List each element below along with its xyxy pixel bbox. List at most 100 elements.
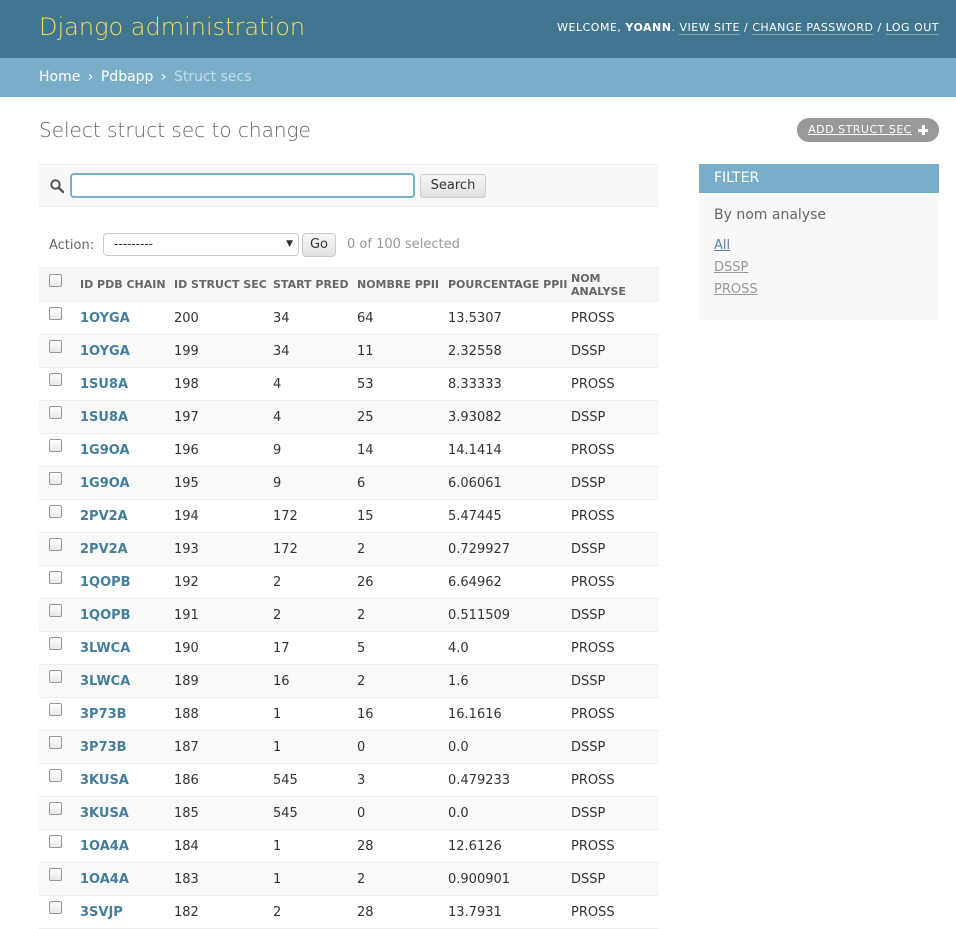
row-select-cell	[39, 829, 80, 863]
row-checkbox[interactable]	[49, 372, 62, 386]
row-link[interactable]: 3LWCA	[80, 641, 130, 656]
row-link[interactable]: 3SVJP	[80, 905, 123, 920]
dropdown-arrow-icon: ▼	[286, 239, 293, 249]
column-header[interactable]: ID PDB CHAIN	[80, 267, 174, 302]
filter-option-all[interactable]: All	[714, 238, 730, 253]
row-link[interactable]: 1OYGA	[80, 311, 130, 326]
search-button[interactable]: Search	[420, 174, 486, 198]
row-checkbox[interactable]	[49, 537, 62, 551]
row-select-cell	[39, 796, 80, 830]
table-row: 3LWCA 190 17 5 4.0 PROSS	[39, 631, 659, 665]
row-select-cell	[39, 532, 80, 566]
table-header-row: ID PDB CHAIN ID STRUCT SEC START PRED NO…	[39, 267, 659, 302]
table-cell: 1QOPB	[80, 598, 174, 632]
table-cell: 4	[273, 400, 357, 434]
filter-option-dssp[interactable]: DSSP	[714, 260, 748, 275]
separator: /	[743, 21, 749, 34]
table-cell: 0	[357, 730, 448, 764]
table-cell: 188	[174, 697, 273, 731]
row-checkbox[interactable]	[49, 471, 62, 485]
row-link[interactable]: 1OA4A	[80, 872, 129, 887]
table-cell: 12.6126	[448, 829, 571, 863]
row-link[interactable]: 1OA4A	[80, 839, 129, 854]
row-link[interactable]: 1G9OA	[80, 476, 130, 491]
breadcrumb-app[interactable]: Pdbapp	[101, 69, 154, 85]
row-link[interactable]: 1G9OA	[80, 443, 130, 458]
table-cell: 3SVJP	[80, 895, 174, 929]
table-cell: 2PV2A	[80, 499, 174, 533]
filter-option-pross[interactable]: PROSS	[714, 282, 758, 297]
row-checkbox[interactable]	[49, 702, 62, 716]
row-select-cell	[39, 631, 80, 665]
row-link[interactable]: 1OYGA	[80, 344, 130, 359]
search-input[interactable]	[70, 173, 415, 198]
row-select-cell	[39, 301, 80, 335]
row-link[interactable]: 2PV2A	[80, 542, 128, 557]
row-select-cell	[39, 367, 80, 401]
table-cell: 3P73B	[80, 730, 174, 764]
row-checkbox[interactable]	[49, 768, 62, 782]
row-link[interactable]: 3KUSA	[80, 806, 129, 821]
row-checkbox[interactable]	[49, 438, 62, 452]
table-row: 3LWCA 189 16 2 1.6 DSSP	[39, 664, 659, 698]
row-checkbox[interactable]	[49, 735, 62, 749]
row-checkbox[interactable]	[49, 603, 62, 617]
table-cell: PROSS	[571, 499, 659, 533]
user-tools: WELCOME, YOANN. VIEW SITE / CHANGE PASSW…	[557, 21, 939, 35]
table-cell: 1	[273, 829, 357, 863]
table-cell: 34	[273, 301, 357, 335]
row-link[interactable]: 1QOPB	[80, 575, 131, 590]
row-checkbox[interactable]	[49, 570, 62, 584]
row-link[interactable]: 3P73B	[80, 740, 127, 755]
row-link[interactable]: 1SU8A	[80, 410, 128, 425]
column-header[interactable]: NOMBRE PPII	[357, 267, 448, 302]
table-cell: 2	[273, 598, 357, 632]
table-cell: 3KUSA	[80, 763, 174, 797]
row-checkbox[interactable]	[49, 504, 62, 518]
row-checkbox[interactable]	[49, 339, 62, 353]
action-select[interactable]: --------- ▼	[103, 233, 299, 256]
row-checkbox[interactable]	[49, 669, 62, 683]
table-row: 3P73B 188 1 16 16.1616 PROSS	[39, 697, 659, 731]
site-title[interactable]: Django administration	[39, 13, 305, 41]
column-header[interactable]: ID STRUCT SEC	[174, 267, 273, 302]
table-cell: 191	[174, 598, 273, 632]
table-cell: 16	[357, 697, 448, 731]
row-checkbox[interactable]	[49, 306, 62, 320]
table-row: 1G9OA 195 9 6 6.06061 DSSP	[39, 466, 659, 500]
row-link[interactable]: 1QOPB	[80, 608, 131, 623]
table-cell: PROSS	[571, 301, 659, 335]
row-link[interactable]: 2PV2A	[80, 509, 128, 524]
add-button-label: ADD STRUCT SEC	[808, 123, 912, 136]
go-button[interactable]: Go	[302, 233, 336, 257]
view-site-link[interactable]: VIEW SITE	[679, 21, 740, 35]
table-cell: 1	[273, 697, 357, 731]
column-header[interactable]: NOM ANALYSE	[571, 267, 659, 302]
breadcrumb-home[interactable]: Home	[39, 69, 80, 85]
table-cell: 13.7931	[448, 895, 571, 929]
row-checkbox[interactable]	[49, 636, 62, 650]
table-cell: 172	[273, 499, 357, 533]
table-cell: 3P73B	[80, 697, 174, 731]
select-all-checkbox[interactable]	[49, 273, 62, 287]
column-header[interactable]: POURCENTAGE PPII	[448, 267, 571, 302]
row-checkbox[interactable]	[49, 834, 62, 848]
welcome-text: WELCOME,	[557, 21, 622, 34]
row-checkbox[interactable]	[49, 405, 62, 419]
log-out-link[interactable]: LOG OUT	[885, 21, 939, 35]
table-cell: PROSS	[571, 763, 659, 797]
row-link[interactable]: 3LWCA	[80, 674, 130, 689]
row-link[interactable]: 1SU8A	[80, 377, 128, 392]
add-struct-sec-button[interactable]: ADD STRUCT SEC	[797, 118, 939, 142]
row-checkbox[interactable]	[49, 867, 62, 881]
row-checkbox[interactable]	[49, 801, 62, 815]
table-row: 1OYGA 200 34 64 13.5307 PROSS	[39, 301, 659, 335]
row-link[interactable]: 3P73B	[80, 707, 127, 722]
table-cell: DSSP	[571, 532, 659, 566]
table-cell: 192	[174, 565, 273, 599]
row-checkbox[interactable]	[49, 900, 62, 914]
row-link[interactable]: 3KUSA	[80, 773, 129, 788]
column-header[interactable]: START PRED	[273, 267, 357, 302]
table-cell: 186	[174, 763, 273, 797]
change-password-link[interactable]: CHANGE PASSWORD	[752, 21, 874, 35]
